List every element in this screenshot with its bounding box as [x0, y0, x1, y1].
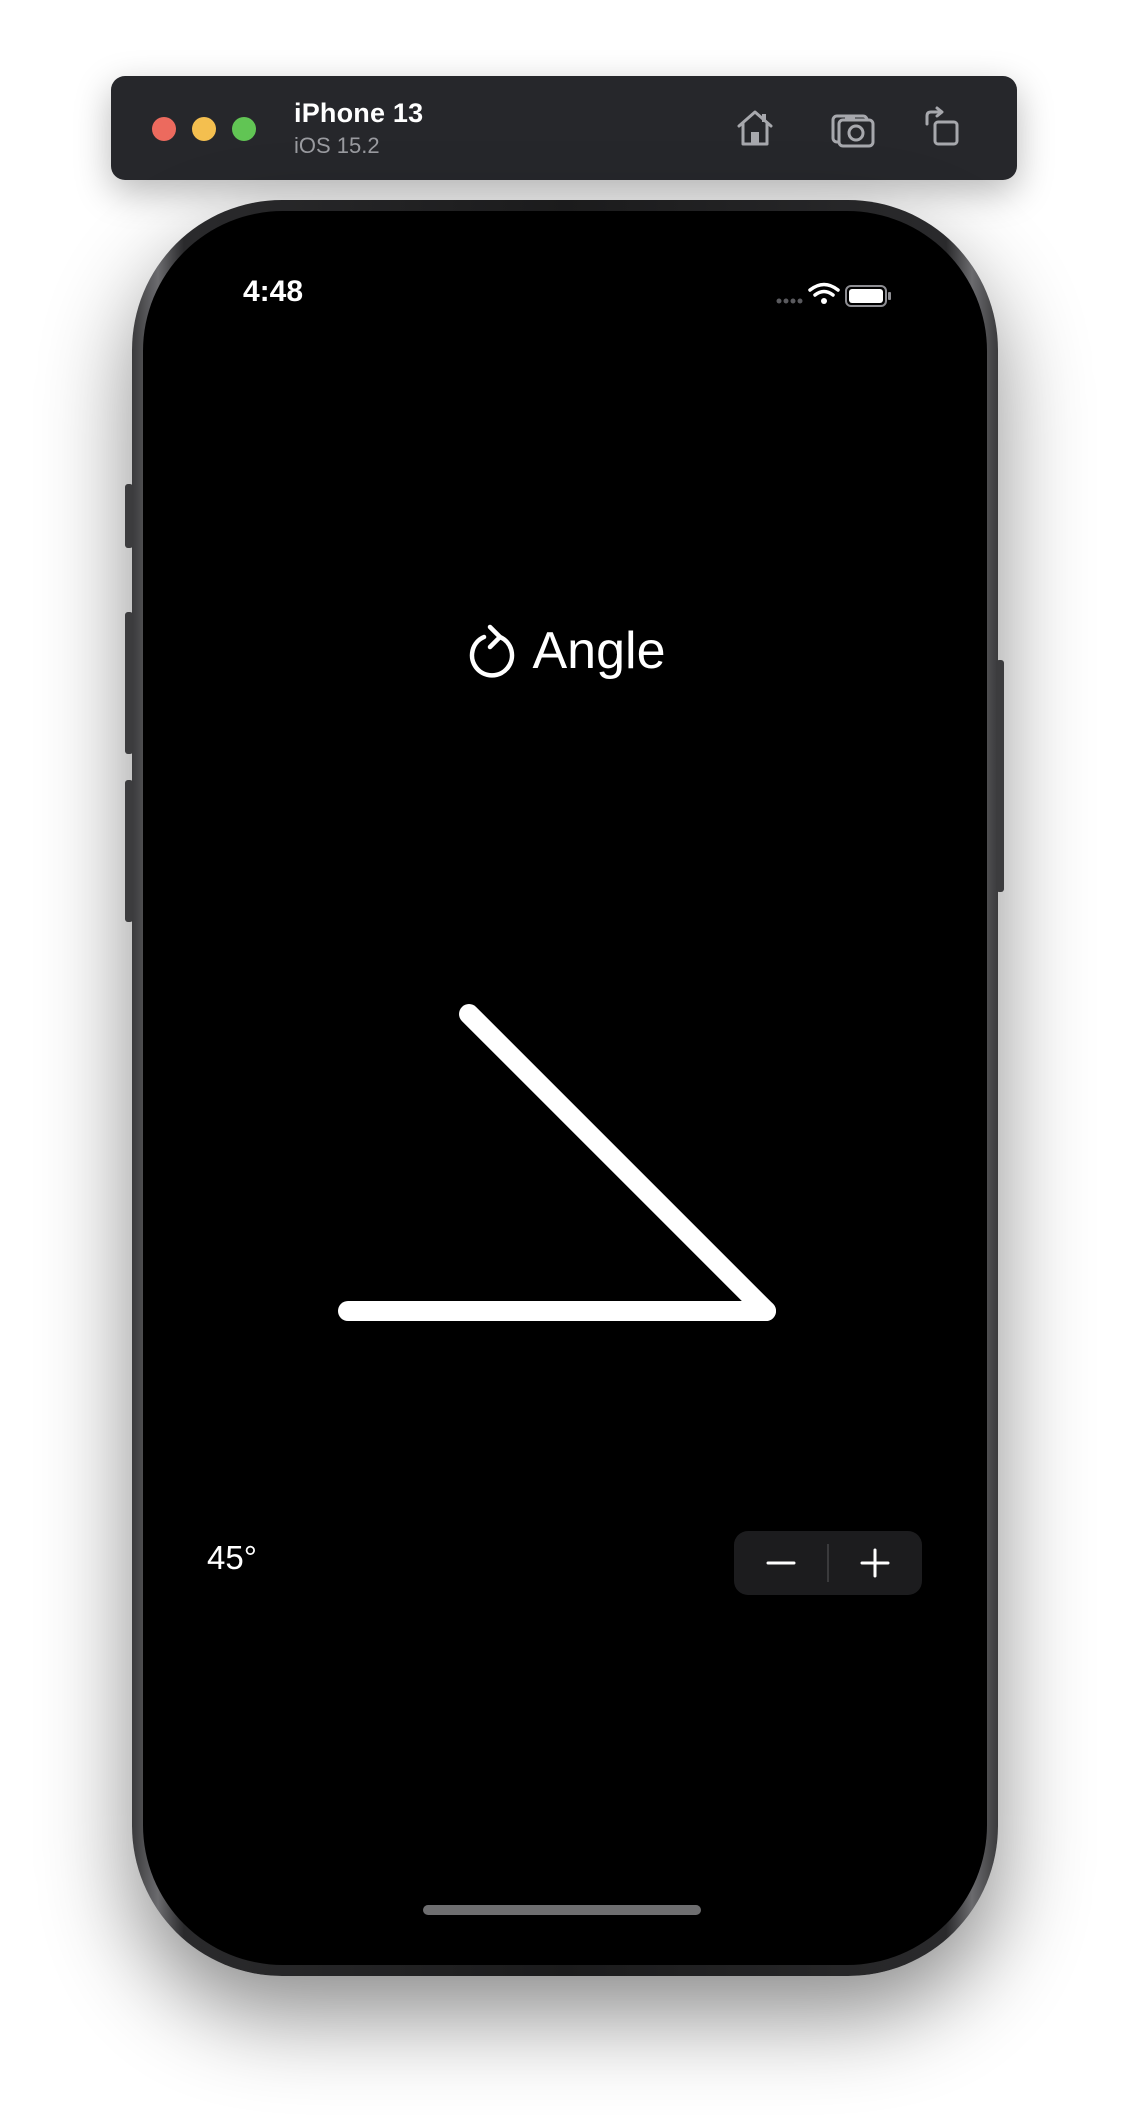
volume-up-button[interactable]	[125, 612, 133, 754]
stepper-divider	[827, 1544, 829, 1582]
simulator-toolbar: iPhone 13 iOS 15.2	[111, 76, 1017, 180]
minus-icon	[766, 1561, 796, 1565]
angle-visualization[interactable]	[143, 211, 987, 1965]
zoom-window-button[interactable]	[232, 117, 256, 141]
os-version: iOS 15.2	[294, 133, 380, 158]
close-window-button[interactable]	[152, 117, 176, 141]
home-icon[interactable]	[731, 104, 779, 152]
rotate-icon[interactable]	[919, 104, 967, 152]
plus-icon	[860, 1548, 890, 1578]
angle-stepper[interactable]	[734, 1531, 922, 1595]
minimize-window-button[interactable]	[192, 117, 216, 141]
decrement-button[interactable]	[734, 1531, 828, 1595]
device-name: iPhone 13	[294, 98, 424, 128]
volume-down-button[interactable]	[125, 780, 133, 922]
mute-switch[interactable]	[125, 484, 133, 548]
increment-button[interactable]	[828, 1531, 922, 1595]
screenshot-icon[interactable]	[829, 104, 877, 152]
angle-value-label: 45°	[207, 1539, 257, 1576]
power-button[interactable]	[996, 660, 1004, 892]
phone-screen: 4:48 Angle 45°	[143, 211, 987, 1965]
home-indicator[interactable]	[423, 1905, 701, 1915]
angle-rotating-ray	[459, 1004, 776, 1321]
